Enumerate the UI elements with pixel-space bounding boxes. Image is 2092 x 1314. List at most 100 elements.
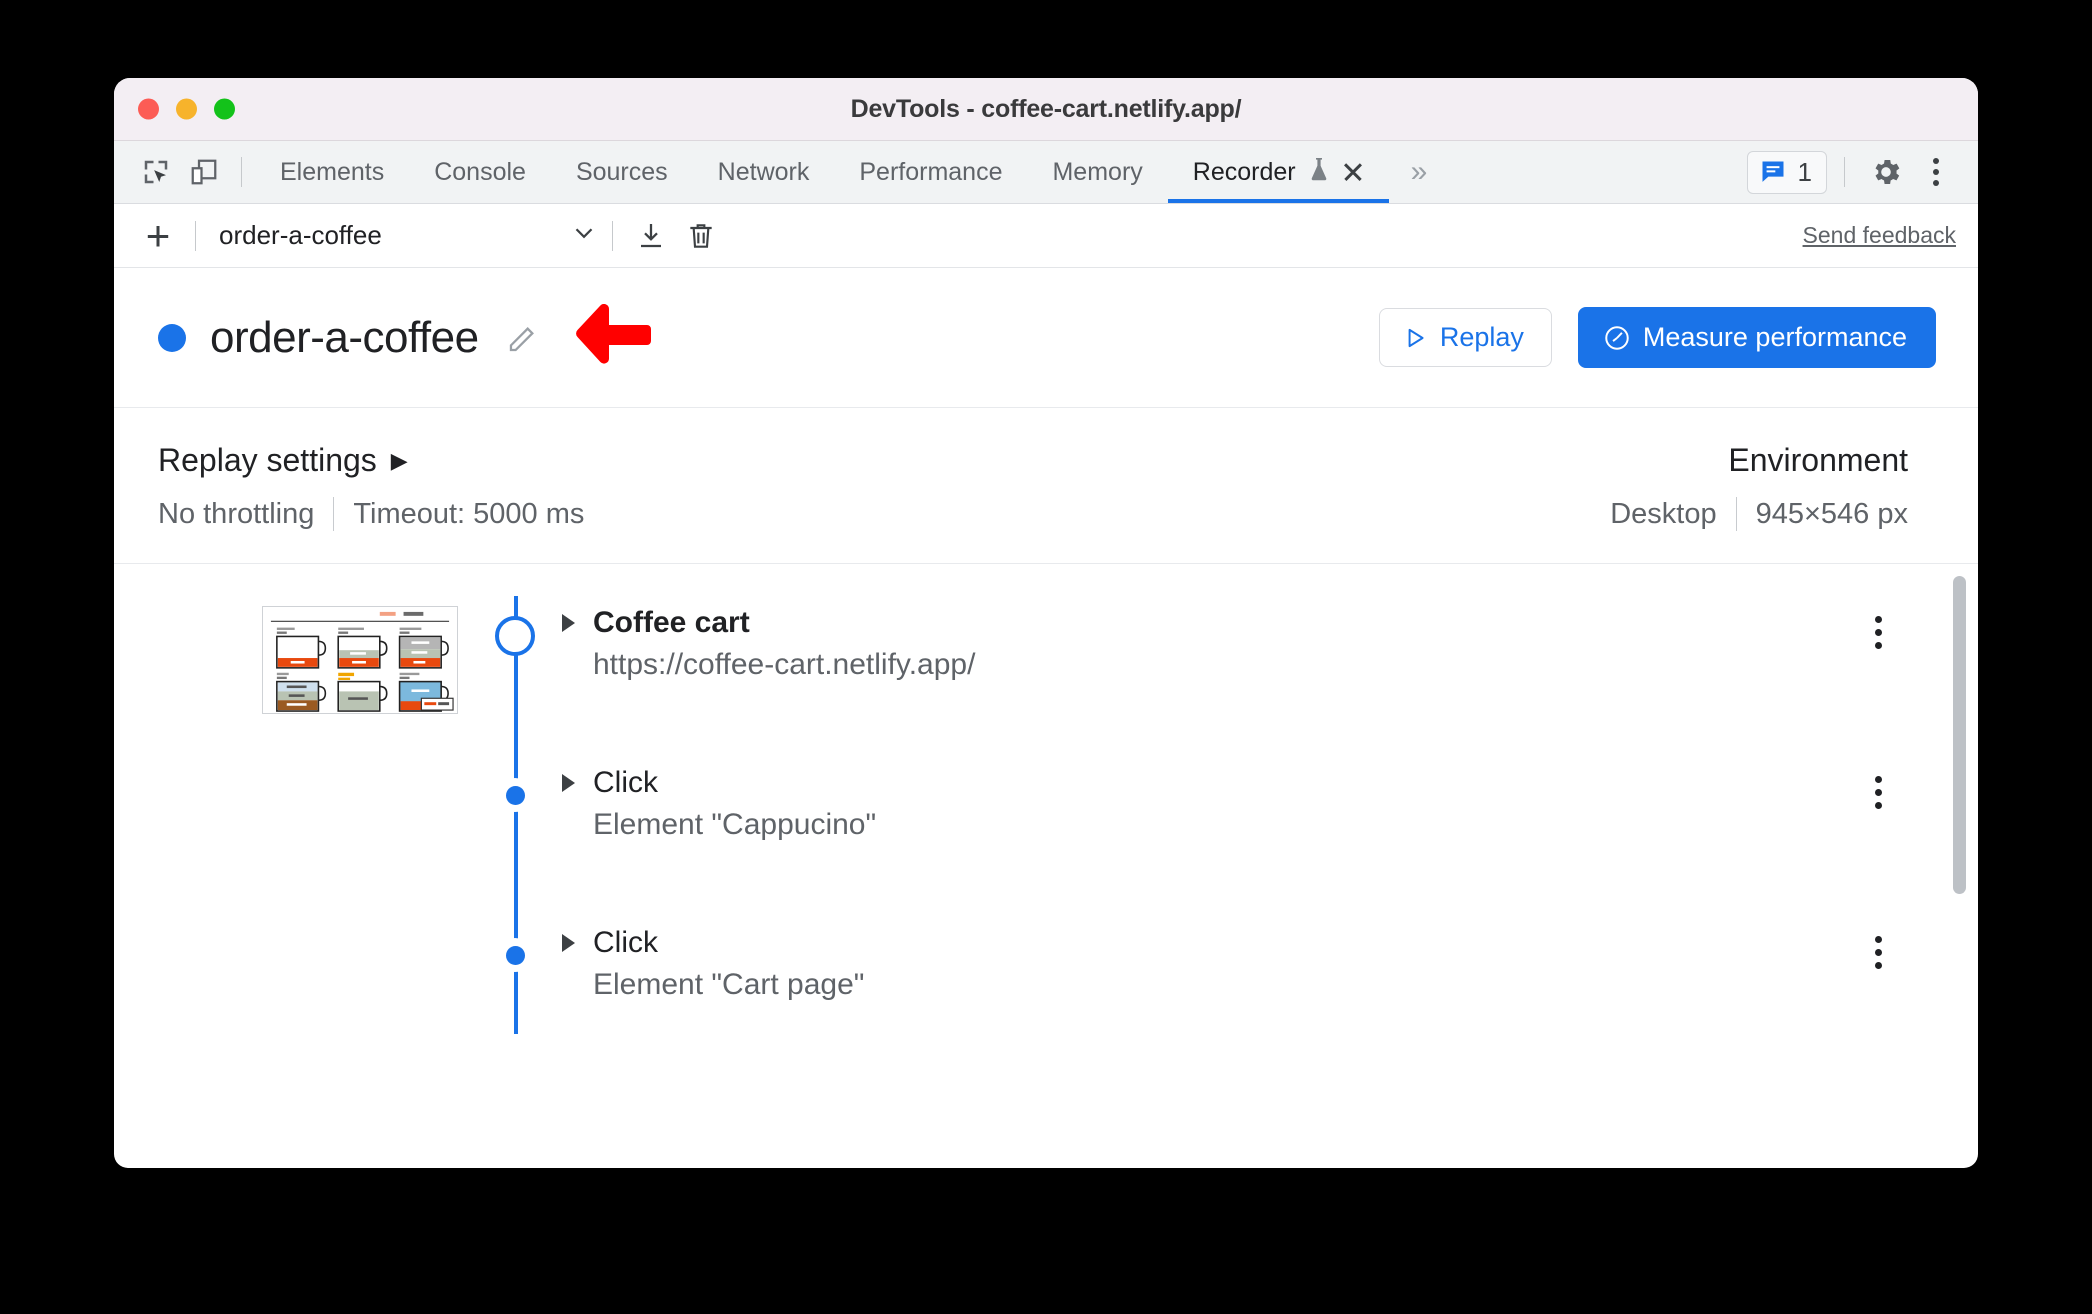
kebab-dot (1874, 615, 1882, 623)
kebab-dot (1874, 628, 1882, 636)
replay-settings-section: Replay settings ▶ No throttling Timeout:… (158, 442, 1610, 531)
settings-row: Replay settings ▶ No throttling Timeout:… (114, 408, 1978, 564)
measure-performance-button-label: Measure performance (1642, 322, 1907, 352)
step-subtitle: Element "Cappucino" (593, 808, 877, 841)
recording-selector[interactable]: order-a-coffee (219, 218, 599, 253)
environment-title: Environment (1728, 442, 1908, 478)
measure-performance-button[interactable]: Measure performance (1577, 307, 1936, 368)
right-tools-divider (1844, 157, 1845, 187)
environment-section: Environment Desktop 945×546 px (1610, 442, 1936, 531)
tab-memory-label: Memory (1052, 157, 1143, 186)
tab-performance[interactable]: Performance (834, 141, 1027, 203)
step-node-marker (495, 616, 535, 656)
environment-viewport: 945×546 px (1755, 497, 1908, 530)
more-tabs-button[interactable]: » (1389, 157, 1447, 187)
coffee-cart-thumbnail-icon (263, 607, 457, 713)
step-row[interactable]: Coffee cart https://coffee-cart.netlify.… (114, 604, 1978, 764)
kebab-dot (1874, 948, 1882, 956)
step-title: Click (593, 926, 658, 959)
step-header: Coffee cart (562, 606, 975, 640)
send-feedback-link[interactable]: Send feedback (1803, 222, 1956, 249)
inspect-element-icon (144, 160, 168, 184)
edit-recording-name-button[interactable] (501, 316, 545, 360)
minimize-window-button[interactable] (176, 98, 197, 120)
kebab-dot (1933, 169, 1939, 175)
step-menu-button[interactable] (1856, 770, 1900, 814)
message-icon (1762, 161, 1784, 182)
recorder-toolbar-divider (195, 220, 196, 251)
replay-settings-title: Replay settings (158, 442, 377, 478)
step-menu-button[interactable] (1856, 930, 1900, 974)
recording-header: order-a-coffee Replay Measure performanc… (114, 268, 1978, 408)
step-row[interactable]: Click Element "Cappucino" (114, 764, 1978, 924)
settings-button[interactable] (1862, 148, 1910, 196)
toolbar-divider (241, 157, 242, 187)
step-node-dot (505, 945, 525, 965)
pencil-icon (509, 326, 534, 351)
replay-settings-toggle[interactable]: Replay settings ▶ (158, 442, 1610, 479)
replay-button-label: Replay (1439, 322, 1524, 352)
tab-elements[interactable]: Elements (255, 141, 409, 203)
kebab-dot (1933, 158, 1939, 164)
create-recording-button[interactable] (134, 212, 182, 260)
tab-recorder[interactable]: Recorder (1167, 141, 1389, 203)
replay-button[interactable]: Replay (1378, 308, 1552, 367)
zoom-window-button[interactable] (214, 98, 235, 120)
step-title: Coffee cart (593, 606, 750, 639)
kebab-dot (1874, 775, 1882, 783)
devtools-tabstrip: Elements Console Sources Network Perform… (114, 141, 1978, 204)
replay-settings-summary: No throttling Timeout: 5000 ms (158, 497, 1610, 531)
triangle-right-icon: ▶ (390, 447, 408, 473)
steps-scrollbar[interactable] (1950, 564, 1970, 1034)
step-expand-arrow[interactable] (562, 614, 575, 632)
timeout-value: Timeout: 5000 ms (353, 497, 585, 530)
summary-divider (333, 497, 335, 531)
close-window-button[interactable] (138, 98, 159, 120)
chevron-down-icon (569, 218, 599, 253)
red-left-arrow-icon (573, 303, 651, 371)
step-content: Coffee cart https://coffee-cart.netlify.… (562, 604, 975, 682)
inspect-element-button[interactable] (132, 148, 180, 196)
tab-sources[interactable]: Sources (551, 141, 693, 203)
tab-network[interactable]: Network (693, 141, 835, 203)
tab-performance-label: Performance (859, 157, 1003, 186)
main-menu-button[interactable] (1914, 150, 1958, 194)
environment-device: Desktop (1610, 497, 1717, 530)
kebab-dot (1874, 788, 1882, 796)
download-icon (641, 223, 661, 247)
step-menu-button[interactable] (1856, 610, 1900, 654)
step-header: Click (562, 926, 864, 960)
tab-network-label: Network (717, 157, 810, 186)
step-content: Click Element "Cart page" (562, 924, 864, 1002)
tab-elements-label: Elements (280, 157, 385, 186)
recording-selector-value: order-a-coffee (219, 220, 382, 250)
panel-tabs: Elements Console Sources Network Perform… (255, 141, 1446, 203)
steps-scrollbar-thumb[interactable] (1953, 576, 1966, 894)
tab-memory[interactable]: Memory (1027, 141, 1167, 203)
close-recorder-tab-button[interactable] (1342, 161, 1364, 183)
steps-list: Coffee cart https://coffee-cart.netlify.… (114, 564, 1978, 1034)
flask-icon (1307, 156, 1331, 189)
tab-recorder-label: Recorder (1192, 157, 1296, 186)
step-expand-arrow[interactable] (562, 934, 575, 952)
kebab-dot (1874, 961, 1882, 969)
export-recording-button[interactable] (626, 211, 676, 261)
step-expand-arrow[interactable] (562, 774, 575, 792)
environment-summary: Desktop 945×546 px (1610, 497, 1908, 531)
recorder-toolbar-divider-2 (612, 220, 613, 251)
step-node-marker (498, 778, 532, 812)
recording-status-dot (158, 323, 186, 352)
performance-gauge-icon (1605, 325, 1629, 350)
issues-badge-button[interactable]: 1 (1746, 150, 1827, 194)
delete-recording-button[interactable] (676, 211, 726, 261)
device-toolbar-button[interactable] (180, 148, 228, 196)
kebab-dot (1874, 801, 1882, 809)
step-node-marker (498, 938, 532, 972)
tab-sources-label: Sources (575, 157, 668, 186)
play-icon (1408, 328, 1424, 347)
tab-console[interactable]: Console (409, 141, 551, 203)
tabstrip-right-tools: 1 (1746, 148, 1978, 196)
window-titlebar: DevTools - coffee-cart.netlify.app/ (114, 78, 1978, 141)
page-root: DevTools - coffee-cart.netlify.app/ Elem… (0, 0, 2092, 1314)
step-row[interactable]: Click Element "Cart page" (114, 924, 1978, 1034)
